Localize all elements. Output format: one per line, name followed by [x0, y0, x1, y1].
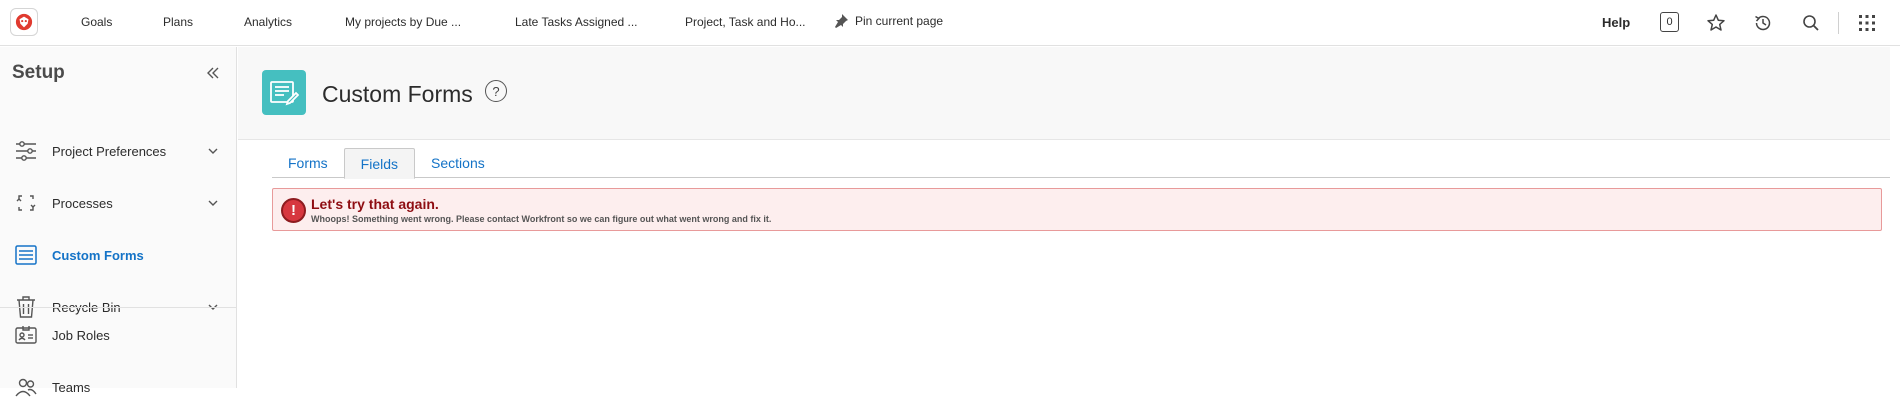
chevron-down-icon[interactable]	[206, 196, 220, 210]
sidebar-item-label: Job Roles	[52, 327, 110, 343]
sidebar-divider	[0, 307, 236, 308]
sliders-icon	[14, 139, 38, 163]
error-alert-icon: !	[281, 198, 306, 223]
app-launcher-button[interactable]	[1856, 12, 1878, 34]
pin-current-page-button[interactable]: Pin current page	[833, 13, 943, 29]
error-message: Whoops! Something went wrong. Please con…	[311, 214, 772, 224]
tab-fields[interactable]: Fields	[343, 148, 416, 179]
sidebar-item-processes[interactable]: Processes	[0, 177, 236, 229]
workfront-logo[interactable]	[10, 8, 38, 36]
sidebar-item-label: Processes	[52, 195, 113, 211]
nav-project-task-and-hours[interactable]: Project, Task and Ho...	[685, 15, 806, 29]
error-alert: ! Let's try that again. Whoops! Somethin…	[272, 188, 1882, 231]
sidebar-item-label: Project Preferences	[52, 143, 167, 159]
tab-forms[interactable]: Forms	[272, 148, 344, 178]
grid-menu-icon	[1859, 15, 1875, 31]
help-link[interactable]: Help	[1602, 15, 1630, 30]
sidebar-item-custom-forms[interactable]: Custom Forms	[0, 229, 236, 281]
page-title: Custom Forms	[322, 81, 473, 107]
page-help-button[interactable]: ?	[485, 80, 507, 102]
error-title: Let's try that again.	[311, 196, 439, 212]
forms-tabs: Forms Fields Sections	[272, 148, 501, 179]
sidebar-title: Setup	[12, 62, 65, 83]
nav-plans[interactable]: Plans	[163, 15, 193, 29]
pin-icon	[835, 14, 848, 28]
custom-forms-tile-icon	[262, 70, 306, 115]
collapse-sidebar-icon[interactable]	[205, 65, 221, 81]
form-list-icon	[14, 243, 38, 267]
recents-button[interactable]	[1752, 12, 1774, 34]
workfront-logo-icon	[15, 13, 33, 31]
top-navigation-bar: Goals Plans Analytics My projects by Due…	[0, 0, 1900, 46]
page-header: Custom Forms ?	[238, 47, 1890, 140]
topbar-separator	[1838, 12, 1839, 34]
favorites-button[interactable]	[1705, 12, 1727, 34]
nav-my-projects-by-due[interactable]: My projects by Due ...	[345, 15, 461, 29]
people-icon	[14, 375, 38, 399]
nav-late-tasks-assigned[interactable]: Late Tasks Assigned ...	[515, 15, 638, 29]
pin-current-page-label: Pin current page	[855, 14, 944, 28]
tabs-underline	[272, 177, 1890, 178]
sidebar-item-project-preferences[interactable]: Project Preferences	[0, 125, 236, 177]
tab-sections[interactable]: Sections	[415, 148, 501, 178]
sidebar-item-label: Teams	[52, 379, 91, 395]
setup-sidebar: Setup Project Preferences Processes Cust…	[0, 47, 237, 397]
sidebar-item-teams[interactable]: Teams	[0, 361, 236, 413]
process-icon	[14, 191, 38, 215]
history-icon	[1755, 15, 1771, 31]
sidebar-item-label: Custom Forms	[52, 247, 144, 263]
nav-goals[interactable]: Goals	[81, 15, 112, 29]
nav-analytics[interactable]: Analytics	[244, 15, 292, 29]
sidebar-item-job-roles[interactable]: Job Roles	[0, 309, 236, 361]
notifications-count-badge[interactable]: 0	[1660, 12, 1679, 32]
star-icon	[1707, 14, 1725, 31]
search-button[interactable]	[1800, 12, 1822, 34]
search-icon	[1803, 15, 1819, 31]
id-card-icon	[14, 323, 38, 347]
chevron-down-icon[interactable]	[206, 144, 220, 158]
